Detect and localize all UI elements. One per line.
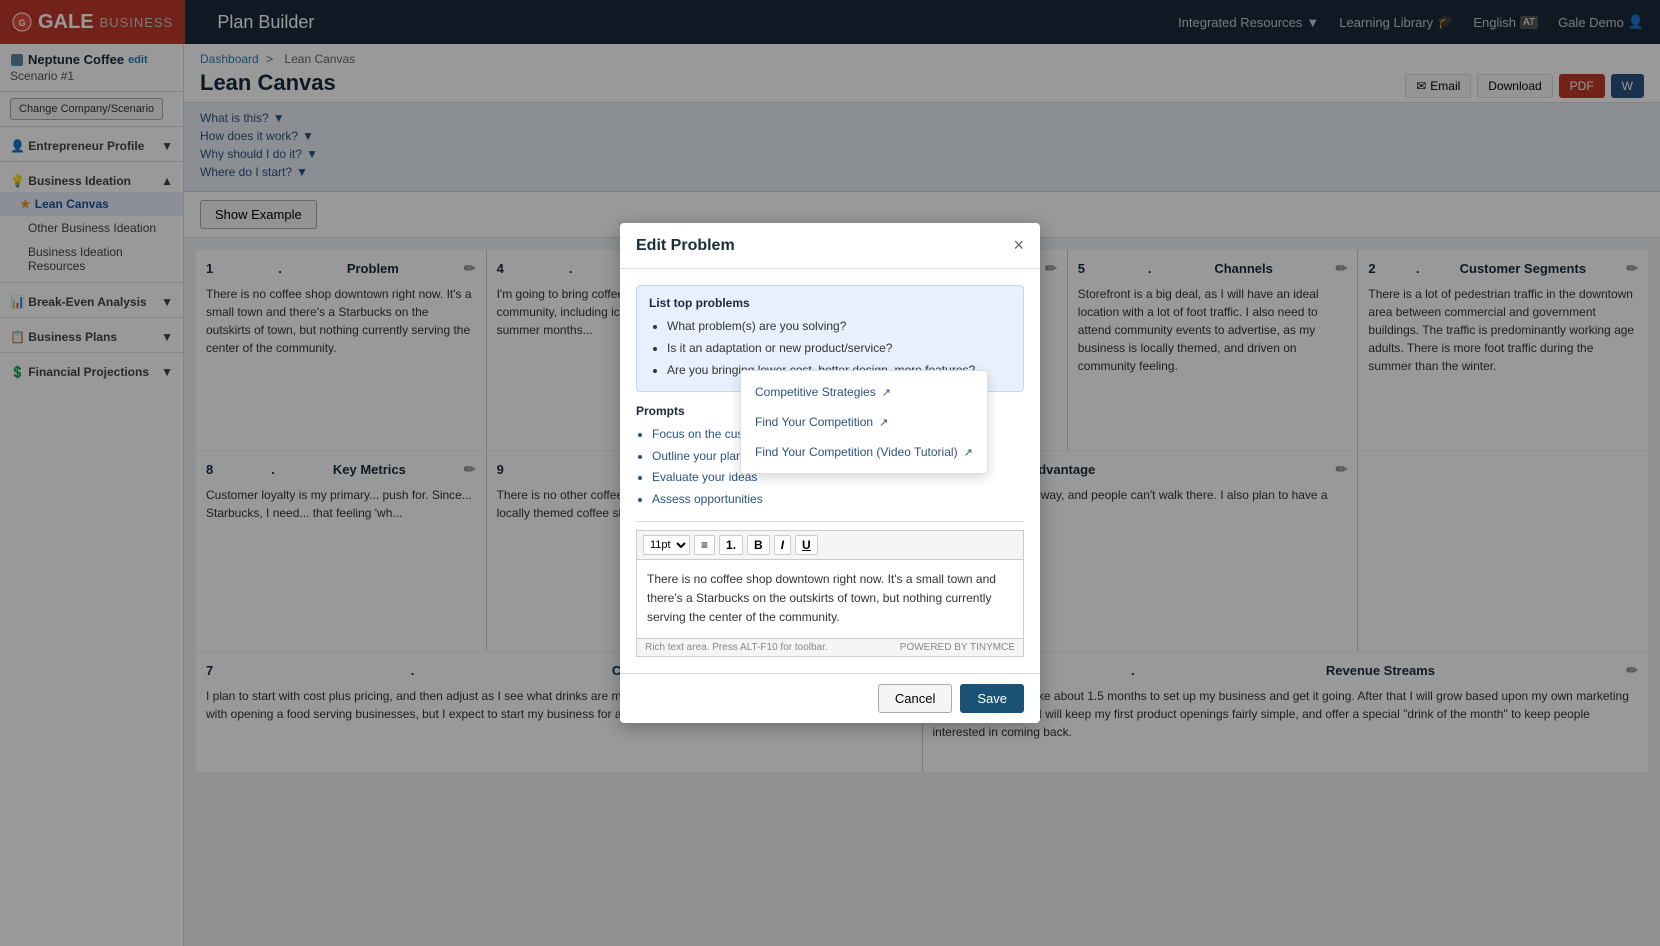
dropdown-label-3: Find Your Competition (Video Tutorial)	[755, 445, 958, 459]
modal-close-button[interactable]: ×	[1013, 235, 1024, 256]
editor-powered: POWERED BY TINYMCE	[900, 642, 1015, 653]
hint-item-1: What problem(s) are you solving?	[667, 316, 1011, 338]
hint-item-2: Is it an adaptation or new product/servi…	[667, 338, 1011, 360]
modal-divider	[636, 521, 1024, 522]
modal-hint-title: List top problems	[649, 296, 1011, 310]
modal-footer: Cancel Save	[620, 673, 1040, 723]
italic-button[interactable]: I	[774, 535, 791, 555]
external-link-icon-2: ↗	[879, 416, 888, 429]
dropdown-item-video[interactable]: Find Your Competition (Video Tutorial) ↗	[741, 437, 987, 467]
bold-button[interactable]: B	[747, 535, 770, 555]
ordered-list-button[interactable]: 1.	[719, 535, 743, 555]
cancel-button[interactable]: Cancel	[878, 684, 952, 713]
external-link-icon-3: ↗	[964, 446, 973, 459]
modal-title: Edit Problem	[636, 237, 735, 255]
dropdown-item-find[interactable]: Find Your Competition ↗	[741, 407, 987, 437]
underline-button[interactable]: U	[795, 535, 818, 555]
editor-footer: Rich text area. Press ALT-F10 for toolba…	[636, 639, 1024, 657]
editor-toolbar: 11pt ≡ 1. B I U	[636, 530, 1024, 559]
external-link-icon-1: ↗	[882, 386, 891, 399]
modal-header: Edit Problem ×	[620, 223, 1040, 269]
editor-hint: Rich text area. Press ALT-F10 for toolba…	[645, 642, 828, 653]
competition-dropdown: Competitive Strategies ↗ Find Your Compe…	[740, 370, 988, 474]
save-button[interactable]: Save	[960, 684, 1024, 713]
dropdown-label-2: Find Your Competition	[755, 415, 873, 429]
editor-content-area[interactable]: There is no coffee shop downtown right n…	[636, 559, 1024, 639]
prompt-assess[interactable]: Assess opportunities	[652, 489, 825, 511]
dropdown-item-competitive[interactable]: Competitive Strategies ↗	[741, 377, 987, 407]
dropdown-label-1: Competitive Strategies	[755, 385, 876, 399]
editor-text: There is no coffee shop downtown right n…	[647, 572, 996, 624]
font-size-select[interactable]: 11pt	[643, 535, 690, 555]
unordered-list-button[interactable]: ≡	[694, 535, 715, 555]
